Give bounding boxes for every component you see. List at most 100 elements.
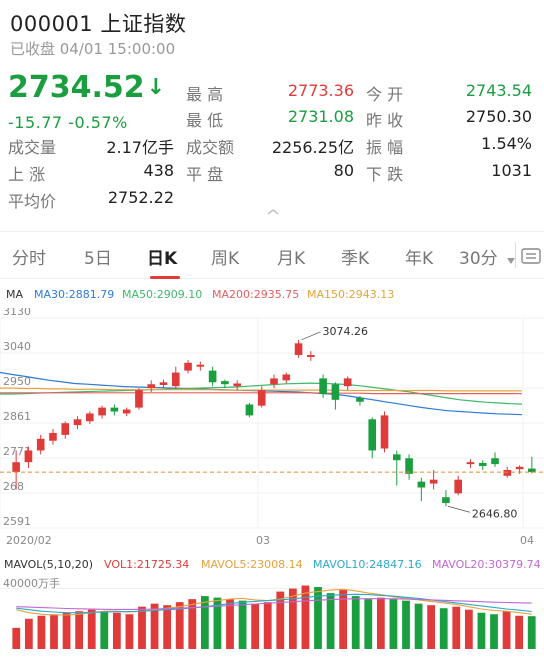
mavol-label: MAVOL(5,10,20) [4, 558, 93, 571]
candle-body [307, 355, 315, 357]
candle-body [208, 370, 217, 383]
volume-bar [50, 614, 58, 649]
volume-bar [163, 605, 172, 649]
candle-body [429, 479, 438, 484]
mavol5-legend: MAVOL5:23008.14 [201, 558, 303, 571]
prev-close-value: 2750.30 [465, 107, 532, 126]
decline-value: 1031 [491, 161, 532, 180]
candle-body [454, 479, 462, 494]
candle-body [196, 364, 205, 367]
y-tick-label: 268 [3, 480, 24, 493]
candle-body [110, 407, 119, 412]
decline-label: 下 跌 [366, 165, 404, 184]
open-label: 今 开 [366, 85, 404, 104]
candle-body [319, 378, 327, 394]
candlestick-chart[interactable]: 3130304029502861277126825913074.262646.8… [0, 308, 544, 548]
volume-bar [439, 608, 448, 649]
candle-body [417, 481, 426, 488]
amplitude-label: 振 幅 [366, 138, 404, 157]
volume-bar [402, 600, 410, 649]
x-tick-label: 04 [520, 534, 534, 547]
y-tick-label: 3130 [3, 308, 31, 318]
volume-bar [376, 597, 385, 649]
volume-bar [490, 614, 498, 649]
candle-body [331, 384, 340, 400]
amount-label: 成交额 [186, 138, 235, 157]
advance-value: 438 [143, 161, 174, 180]
candle-body [171, 372, 180, 387]
candle-body [233, 383, 241, 387]
volume-bar [112, 612, 121, 649]
volume-chart[interactable]: 40000万手 [0, 573, 544, 653]
candle-body [368, 419, 377, 451]
tab-daily-k[interactable]: 日K [147, 244, 177, 269]
active-tab-indicator [150, 276, 180, 279]
tab-quarterly-k[interactable]: 季K [341, 244, 369, 269]
candle-body [147, 384, 156, 389]
candle-body [282, 374, 291, 381]
y-tick-label: 2861 [3, 410, 31, 423]
high-annotation-leader [301, 331, 321, 341]
candle-body [343, 378, 352, 387]
volume-bar [427, 605, 436, 649]
price-value: 2734.52 [8, 70, 145, 105]
low-label: 最 低 [186, 111, 224, 130]
tab-30min[interactable]: 30分 [459, 244, 498, 269]
volume-label: 成交量 [8, 138, 57, 157]
candle-body [503, 469, 512, 476]
volume-bar [238, 600, 247, 649]
candle-body [122, 409, 131, 414]
unchanged-label: 平 盘 [186, 165, 224, 184]
candle-body [135, 390, 143, 408]
volume-bar [251, 603, 260, 649]
volume-legend: MAVOL(5,10,20) VOL1:21725.34 MAVOL5:2300… [0, 558, 544, 574]
dropdown-triangle-icon[interactable] [507, 258, 515, 264]
vol1-legend: VOL1:21725.34 [104, 558, 190, 571]
candle-body [392, 454, 401, 461]
candle-body [24, 450, 33, 463]
volume-bar [452, 606, 461, 649]
avg-price-value: 2752.22 [107, 188, 174, 207]
ma150-legend: MA150:2943.13 [307, 288, 395, 301]
unchanged-value: 80 [333, 161, 354, 180]
amount-value: 2256.25亿 [271, 138, 354, 157]
ma-legend: MA MA30:2881.79 MA50:2909.10 MA200:2935.… [0, 288, 544, 304]
advance-label: 上 涨 [8, 165, 46, 184]
x-tick-label: 03 [256, 534, 270, 547]
tab-intraday[interactable]: 分时 [12, 244, 46, 269]
high-annotation: 3074.26 [323, 325, 369, 338]
candle-body [380, 415, 389, 449]
low-annotation: 2646.80 [472, 507, 518, 520]
low-value: 2731.08 [287, 107, 354, 126]
tab-yearly-k[interactable]: 年K [405, 244, 433, 269]
volume-bar [351, 596, 360, 649]
volume-bar [515, 615, 524, 649]
tab-5day[interactable]: 5日 [84, 244, 112, 269]
prev-close-label: 昨 收 [366, 111, 404, 130]
volume-bar [414, 603, 423, 649]
volume-bar [326, 593, 335, 649]
high-label: 最 高 [186, 85, 224, 104]
volume-bar [87, 609, 96, 649]
ma50-legend: MA50:2909.10 [122, 288, 203, 301]
ma30-legend: MA30:2881.79 [34, 288, 115, 301]
candle-body [49, 432, 57, 441]
volume-bar [226, 599, 234, 649]
down-arrow-icon: ↓ [146, 75, 166, 100]
market-status: 已收盘 04/01 15:00:00 [10, 40, 176, 58]
candle-body [491, 458, 499, 465]
volume-bar [364, 599, 373, 649]
volume-bar [301, 585, 310, 649]
amplitude-value: 1.54% [481, 134, 532, 153]
volume-bar [37, 615, 46, 649]
volume-bar [62, 612, 71, 649]
candle-body [257, 390, 266, 406]
candle-body [515, 466, 524, 470]
mavol10-legend: MAVOL10:24847.16 [313, 558, 422, 571]
tab-monthly-k[interactable]: 月K [277, 244, 305, 269]
tab-weekly-k[interactable]: 周K [211, 244, 239, 269]
volume-bar [288, 588, 297, 649]
collapse-chevron-icon[interactable] [266, 207, 280, 217]
avg-price-label: 平均价 [8, 192, 57, 211]
settings-icon[interactable] [520, 246, 542, 266]
